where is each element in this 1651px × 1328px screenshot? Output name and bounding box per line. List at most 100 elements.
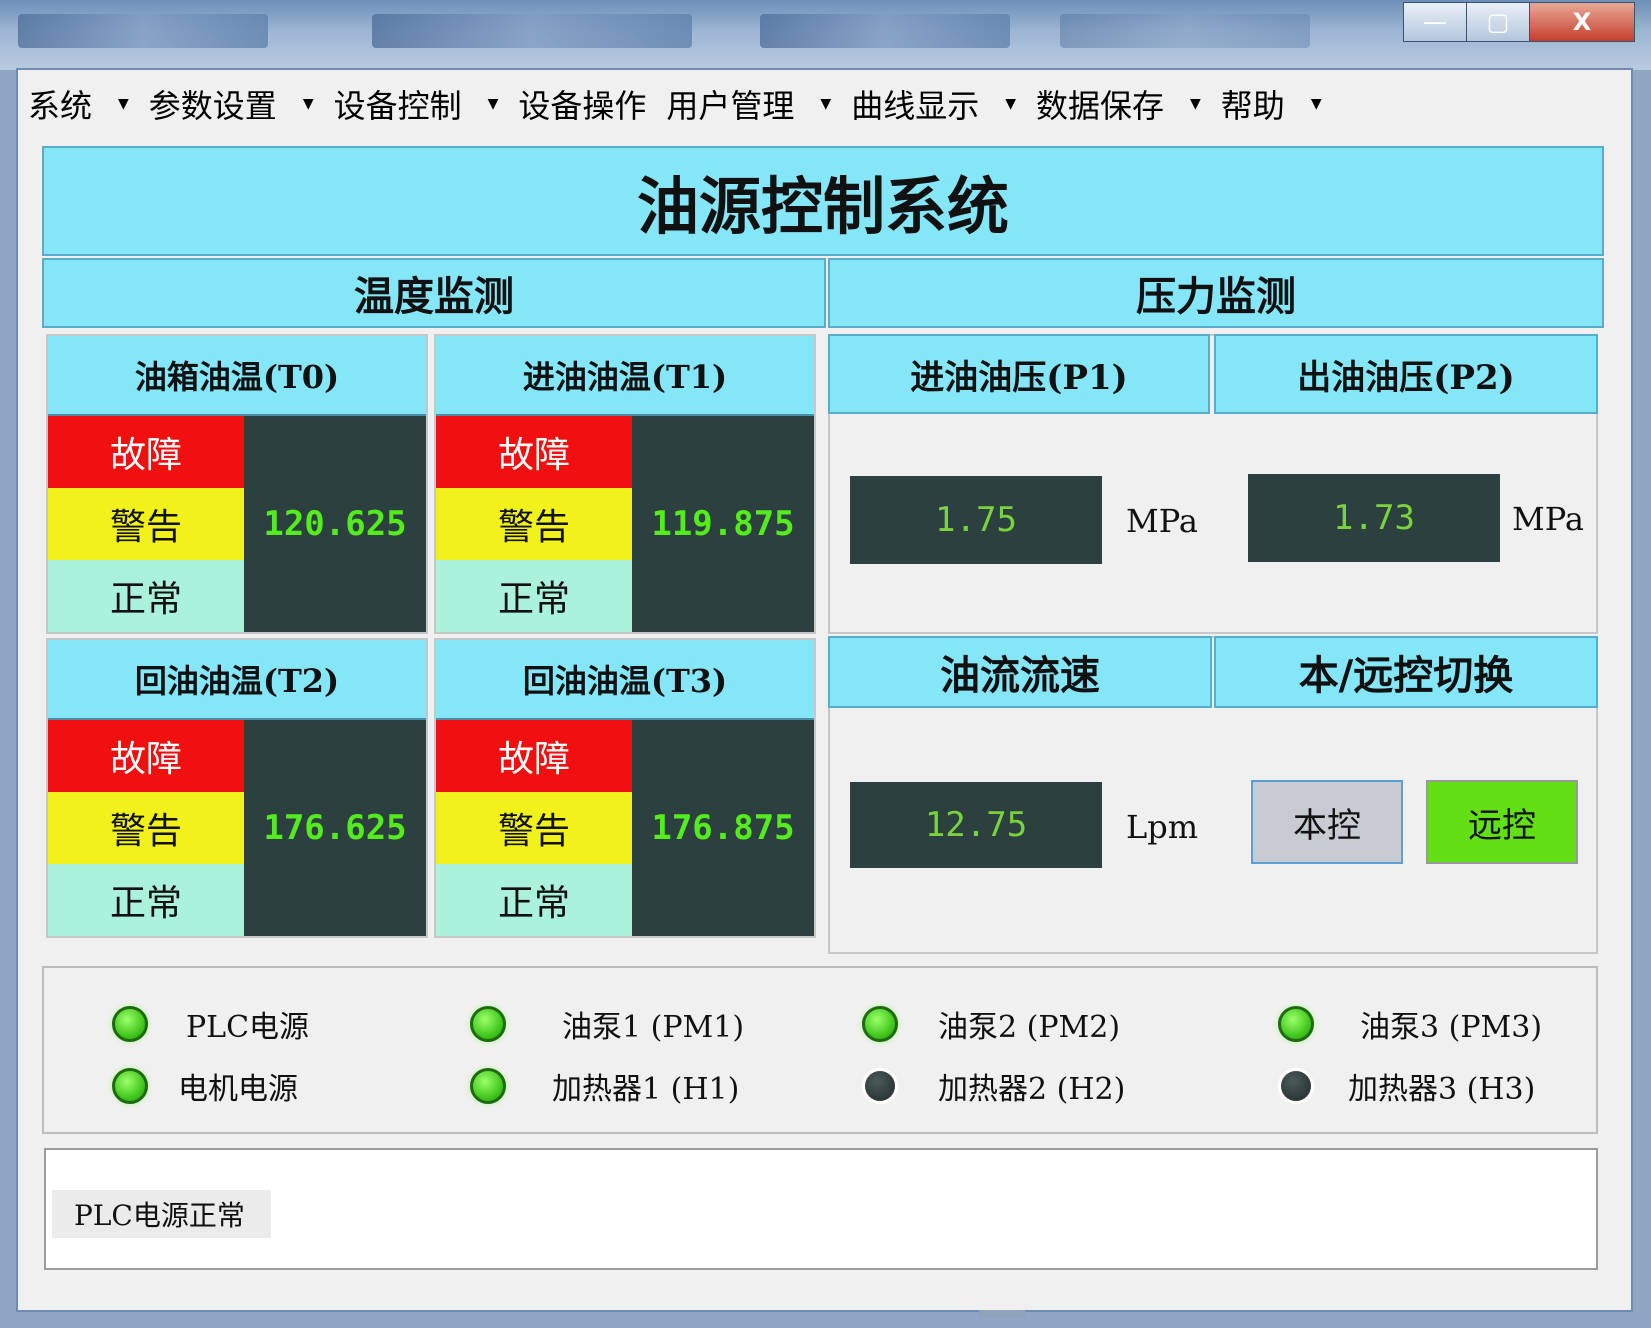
flow-value-display: 12.75 [850,782,1102,868]
blurred-taskbar-item [1060,14,1310,48]
normal-indicator: 正常 [436,560,632,632]
log-message: PLC电源正常 [52,1190,271,1238]
menu-data-save[interactable]: 数据保存 ▼ [1036,81,1201,127]
warning-indicator: 警告 [436,792,632,864]
indicator-label: 加热器1 (H1) [552,1072,740,1107]
dropdown-arrow-icon: ▼ [487,96,499,112]
indicator-label: 加热器2 (H2) [938,1072,1126,1107]
menu-label: 帮助 [1220,87,1285,125]
indicator-plc-power: PLC电源 [112,1002,309,1046]
menu-device-operation[interactable]: 设备操作 [518,81,646,127]
indicator-label: 油泵1 (PM1) [562,1010,745,1045]
menu-help[interactable]: 帮助 ▼ [1221,81,1322,127]
local-control-button[interactable]: 本控 [1251,780,1403,864]
fault-indicator: 故障 [436,416,632,488]
temperature-monitor-heading: 温度监测 [42,258,826,328]
menu-bar: 系统 ▼ 参数设置 ▼ 设备控制 ▼ 设备操作 用户管理 ▼ 曲线显示 ▼ 数据保存 ▼ 帮… [28,76,1342,132]
green-led-icon [112,1006,148,1042]
warning-indicator: 警告 [436,488,632,560]
menu-parameter-settings[interactable]: 参数设置 ▼ [149,81,314,127]
warning-indicator: 警告 [48,488,244,560]
green-led-icon [112,1068,148,1104]
fault-indicator: 故障 [436,720,632,792]
p2-label: 出油油压(P2) [1214,334,1598,414]
fault-indicator: 故障 [48,416,244,488]
control-mode-heading: 本/远控切换 [1214,636,1598,708]
temp-card-t3: 回油油温(T3) 故障 警告 正常 176.875 [434,638,816,938]
menu-label: 系统 [28,87,93,125]
temp-card-t1: 进油油温(T1) 故障 警告 正常 119.875 [434,334,816,634]
temp-value: 176.625 [263,808,407,848]
menu-label: 参数设置 [148,87,277,125]
blurred-taskbar-item [18,14,268,48]
remote-control-button[interactable]: 远控 [1426,780,1578,864]
temp-value: 120.625 [263,504,407,544]
menu-label: 设备控制 [333,87,462,125]
menu-label: 设备操作 [518,87,647,125]
menu-curve-display[interactable]: 曲线显示 ▼ [851,81,1016,127]
indicator-heater3: 加热器3 (H3) [1278,1064,1535,1108]
p1-unit: MPa [1126,502,1198,540]
temp-card-label: 油箱油温(T0) [48,336,426,416]
dropdown-arrow-icon: ▼ [1190,96,1201,112]
minimize-button[interactable]: — [1403,2,1467,42]
temp-card-label: 回油油温(T3) [436,640,814,720]
flow-unit: Lpm [1126,808,1199,846]
temp-card-label: 进油油温(T1) [436,336,814,416]
green-led-icon [1278,1006,1314,1042]
close-button[interactable]: X [1529,2,1635,42]
indicator-label: 电机电源 [178,1072,298,1107]
blurred-taskbar-item [760,14,1010,48]
normal-indicator: 正常 [436,864,632,936]
resize-grip[interactable] [978,1310,1026,1318]
title-bar: — ▢ X [0,0,1651,70]
blurred-taskbar-item [372,14,692,48]
indicator-label: 油泵3 (PM3) [1360,1010,1543,1045]
dropdown-arrow-icon: ▼ [118,96,129,112]
normal-indicator: 正常 [48,864,244,936]
menu-device-control[interactable]: 设备控制 ▼ [334,81,499,127]
menu-label: 曲线显示 [851,87,980,125]
temp-card-t0: 油箱油温(T0) 故障 警告 正常 120.625 [46,334,428,634]
system-title: 油源控制系统 [42,146,1604,256]
gray-led-icon [1278,1068,1314,1104]
menu-label: 数据保存 [1036,87,1165,125]
p2-value-display: 1.73 [1248,474,1500,562]
temp-value: 176.875 [651,808,795,848]
dropdown-arrow-icon: ▼ [1310,96,1322,112]
p1-value-display: 1.75 [850,476,1102,564]
dropdown-arrow-icon: ▼ [302,96,314,112]
indicator-heater2: 加热器2 (H2) [862,1064,1125,1108]
indicator-heater1: 加热器1 (H1) [470,1064,739,1108]
menu-user-management[interactable]: 用户管理 ▼ [666,81,831,127]
indicator-pump2: 油泵2 (PM2) [862,1002,1120,1046]
fault-indicator: 故障 [48,720,244,792]
green-led-icon [470,1006,506,1042]
warning-indicator: 警告 [48,792,244,864]
indicator-motor-power: 电机电源 [112,1064,298,1108]
temp-card-t2: 回油油温(T2) 故障 警告 正常 176.625 [46,638,428,938]
indicator-label: 加热器3 (H3) [1348,1072,1536,1107]
dropdown-arrow-icon: ▼ [1005,96,1016,112]
indicator-pump3: 油泵3 (PM3) [1278,1002,1542,1046]
temp-value: 119.875 [651,504,795,544]
green-led-icon [470,1068,506,1104]
maximize-button[interactable]: ▢ [1466,2,1530,42]
p1-label: 进油油压(P1) [828,334,1210,414]
indicator-label: 油泵2 (PM2) [938,1010,1121,1045]
p2-unit: MPa [1512,500,1584,538]
pressure-monitor-heading: 压力监测 [828,258,1604,328]
temp-card-label: 回油油温(T2) [48,640,426,720]
indicator-panel: PLC电源 油泵1 (PM1) 油泵2 (PM2) 油泵3 (PM3) 电机电源… [42,966,1598,1134]
indicator-pump1: 油泵1 (PM1) [470,1002,744,1046]
menu-label: 用户管理 [666,87,795,125]
flow-rate-heading: 油流流速 [828,636,1212,708]
menu-system[interactable]: 系统 ▼ [28,81,129,127]
green-led-icon [862,1006,898,1042]
window-controls: — ▢ X [1403,2,1635,42]
normal-indicator: 正常 [48,560,244,632]
gray-led-icon [862,1068,898,1104]
message-log[interactable]: PLC电源正常 [44,1148,1598,1270]
indicator-label: PLC电源 [186,1010,310,1045]
dropdown-arrow-icon: ▼ [820,96,832,112]
